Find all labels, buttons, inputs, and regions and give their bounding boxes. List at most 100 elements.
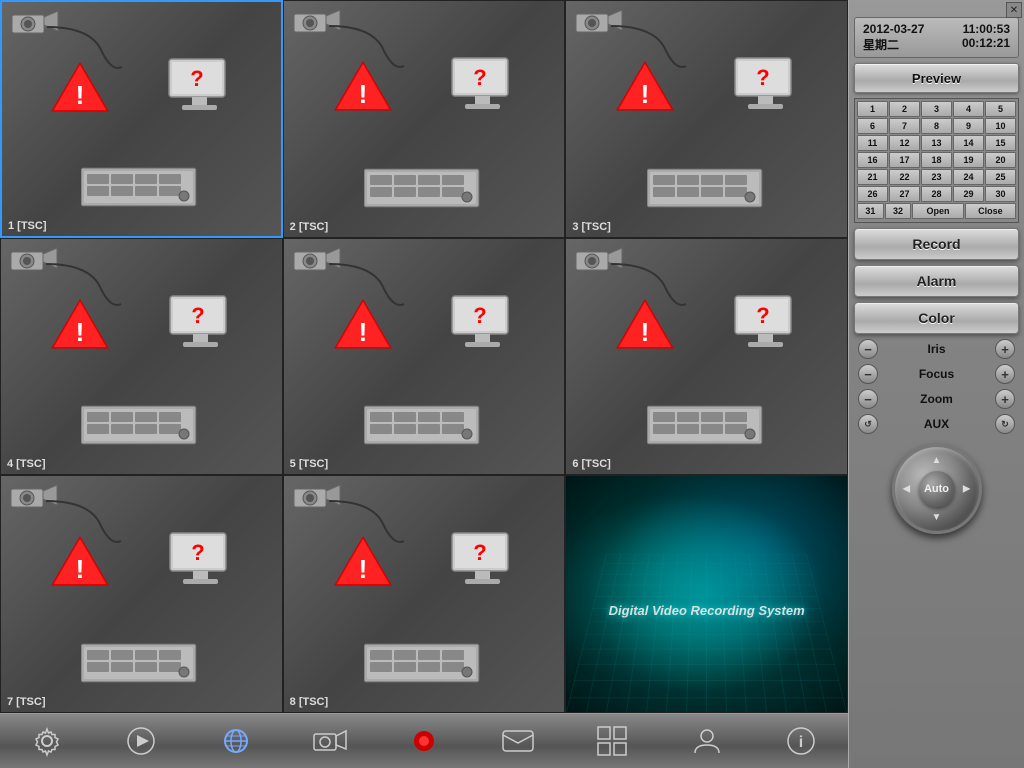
- ch-btn-open[interactable]: Open: [912, 203, 963, 219]
- aux-right-button[interactable]: ↻: [995, 414, 1015, 434]
- ch-btn-22[interactable]: 22: [889, 169, 920, 185]
- ch-btn-32[interactable]: 32: [885, 203, 912, 219]
- svg-text:!: !: [76, 317, 85, 347]
- ch-btn-close[interactable]: Close: [965, 203, 1016, 219]
- ch-btn-3[interactable]: 3: [921, 101, 952, 117]
- ch-btn-11[interactable]: 11: [857, 135, 888, 151]
- joystick-left-icon: ◀: [903, 484, 911, 495]
- cell-label-4: 4 [TSC]: [7, 458, 46, 470]
- user-icon: [691, 725, 723, 757]
- svg-text:?: ?: [191, 540, 204, 565]
- cable-svg-4: [41, 259, 141, 309]
- date-row: 2012-03-27 11:00:53: [863, 22, 1010, 36]
- dvr-box-6: [647, 402, 767, 450]
- close-button[interactable]: ✕: [1006, 2, 1022, 18]
- video-cell-7[interactable]: ! ?: [0, 475, 283, 713]
- ch-btn-30[interactable]: 30: [985, 186, 1016, 202]
- ch-row-1: 1 2 3 4 5: [857, 101, 1016, 117]
- ch-btn-23[interactable]: 23: [921, 169, 952, 185]
- video-cell-6[interactable]: ! ?: [565, 238, 848, 476]
- info-button[interactable]: i: [781, 721, 821, 761]
- focus-plus-button[interactable]: +: [995, 364, 1015, 384]
- ch-btn-10[interactable]: 10: [985, 118, 1016, 134]
- cable-svg-7: [41, 496, 141, 546]
- ch-btn-16[interactable]: 16: [857, 152, 888, 168]
- ch-btn-1[interactable]: 1: [857, 101, 888, 117]
- ch-btn-25[interactable]: 25: [985, 169, 1016, 185]
- ch-btn-17[interactable]: 17: [889, 152, 920, 168]
- camera-taskbar-icon: [313, 727, 347, 755]
- camera-button[interactable]: [310, 721, 350, 761]
- ch-btn-31[interactable]: 31: [857, 203, 884, 219]
- dvr-box-8: [364, 640, 484, 688]
- iris-minus-button[interactable]: −: [858, 339, 878, 359]
- cable-svg-2: [324, 21, 424, 71]
- ch-btn-13[interactable]: 13: [921, 135, 952, 151]
- ch-row-2: 6 7 8 9 10: [857, 118, 1016, 134]
- ch-btn-9[interactable]: 9: [953, 118, 984, 134]
- preview-button[interactable]: Preview: [854, 63, 1019, 93]
- joystick-right-icon: ▶: [963, 484, 971, 495]
- svg-text:?: ?: [756, 303, 769, 328]
- ch-btn-6[interactable]: 6: [857, 118, 888, 134]
- ch-btn-5[interactable]: 5: [985, 101, 1016, 117]
- ch-btn-2[interactable]: 2: [889, 101, 920, 117]
- ch-btn-28[interactable]: 28: [921, 186, 952, 202]
- ch-row-5: 21 22 23 24 25: [857, 169, 1016, 185]
- message-button[interactable]: [498, 721, 538, 761]
- channel-grid: 1 2 3 4 5 6 7 8 9 10 11 12 13 14 15 16: [854, 98, 1019, 223]
- video-cell-1[interactable]: ! ?: [0, 0, 283, 238]
- video-cell-8[interactable]: ! ?: [283, 475, 566, 713]
- ch-btn-20[interactable]: 20: [985, 152, 1016, 168]
- ch-btn-15[interactable]: 15: [985, 135, 1016, 151]
- record-taskbar-button[interactable]: [404, 721, 444, 761]
- cell-label-2: 2 [TSC]: [290, 221, 329, 233]
- svg-text:!: !: [358, 79, 367, 109]
- svg-text:!: !: [641, 317, 650, 347]
- video-cell-2[interactable]: ! ?: [283, 0, 566, 238]
- alarm-button[interactable]: Alarm: [854, 265, 1019, 297]
- cell-label-3: 3 [TSC]: [572, 221, 611, 233]
- ch-btn-4[interactable]: 4: [953, 101, 984, 117]
- aux-left-button[interactable]: ↺: [858, 414, 878, 434]
- zoom-plus-button[interactable]: +: [995, 389, 1015, 409]
- color-button[interactable]: Color: [854, 302, 1019, 334]
- svg-text:!: !: [76, 554, 85, 584]
- cable-svg-5: [324, 259, 424, 309]
- ch-btn-26[interactable]: 26: [857, 186, 888, 202]
- play-button[interactable]: [121, 721, 161, 761]
- cable-svg-8: [324, 496, 424, 546]
- svg-text:?: ?: [474, 303, 487, 328]
- video-cell-3[interactable]: ! ?: [565, 0, 848, 238]
- user-button[interactable]: [687, 721, 727, 761]
- weekday-value: 星期二: [863, 36, 899, 53]
- zoom-label: Zoom: [878, 392, 995, 406]
- ch-btn-7[interactable]: 7: [889, 118, 920, 134]
- zoom-minus-button[interactable]: −: [858, 389, 878, 409]
- dvr-box-3: [647, 165, 767, 213]
- video-cell-4[interactable]: ! ?: [0, 238, 283, 476]
- iris-plus-button[interactable]: +: [995, 339, 1015, 359]
- ie-button[interactable]: [216, 721, 256, 761]
- ch-btn-24[interactable]: 24: [953, 169, 984, 185]
- grid-button[interactable]: [592, 721, 632, 761]
- ch-btn-8[interactable]: 8: [921, 118, 952, 134]
- ch-btn-29[interactable]: 29: [953, 186, 984, 202]
- ch-btn-14[interactable]: 14: [953, 135, 984, 151]
- svg-text:i: i: [799, 734, 803, 751]
- dvr-box-4: [81, 402, 201, 450]
- ch-btn-18[interactable]: 18: [921, 152, 952, 168]
- record-button[interactable]: Record: [854, 228, 1019, 260]
- sidebar: ✕ 2012-03-27 11:00:53 星期二 00:12:21 Previ…: [848, 0, 1024, 768]
- ie-icon: [220, 725, 252, 757]
- joystick[interactable]: ◀ Auto ▶: [892, 444, 982, 534]
- ch-btn-21[interactable]: 21: [857, 169, 888, 185]
- cable-svg: [42, 22, 142, 72]
- ch-btn-19[interactable]: 19: [953, 152, 984, 168]
- ch-btn-27[interactable]: 27: [889, 186, 920, 202]
- ch-btn-12[interactable]: 12: [889, 135, 920, 151]
- cable-svg-3: [606, 21, 706, 71]
- video-cell-5[interactable]: ! ?: [283, 238, 566, 476]
- focus-minus-button[interactable]: −: [858, 364, 878, 384]
- settings-button[interactable]: [27, 721, 67, 761]
